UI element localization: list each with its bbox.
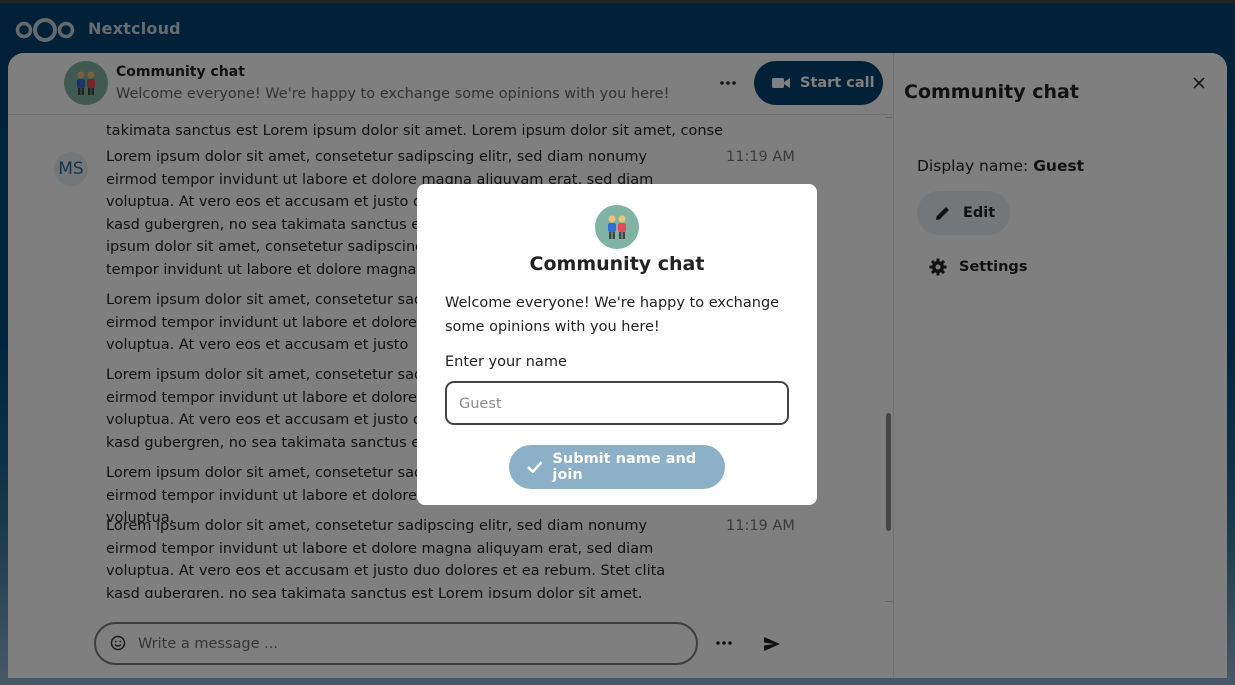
dialog-title: Community chat <box>529 253 705 275</box>
guest-name-field[interactable] <box>445 381 789 425</box>
submit-name-button[interactable]: Submit name and join <box>509 445 725 489</box>
dialog-conversation-avatar <box>595 205 639 249</box>
name-field-label: Enter your name <box>445 354 567 370</box>
dialog-description: Welcome everyone! We're happy to exchang… <box>445 295 780 335</box>
guest-name-dialog: Community chat Welcome everyone! We're h… <box>417 184 817 505</box>
guest-name-input[interactable] <box>459 394 777 414</box>
people-emoji-icon <box>608 215 626 239</box>
check-icon <box>527 461 543 473</box>
submit-label: Submit name and join <box>552 451 697 483</box>
